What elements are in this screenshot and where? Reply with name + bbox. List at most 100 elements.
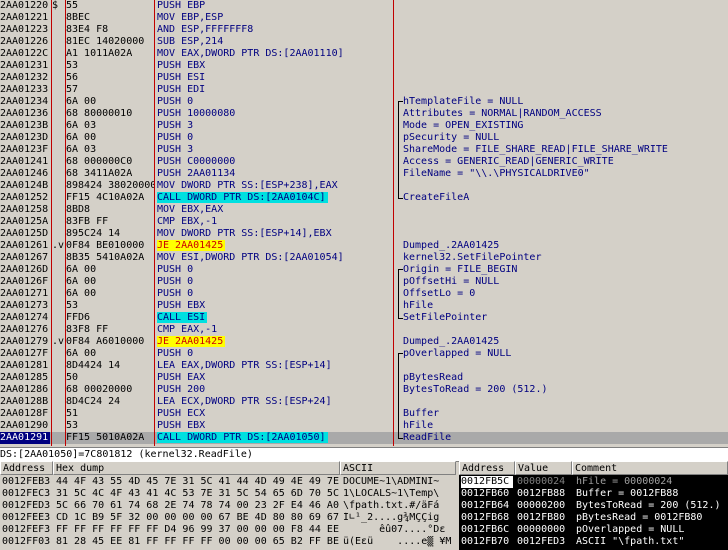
disasm-hex-bytes: 68 000000C0 <box>66 156 133 167</box>
disasm-row[interactable]: 2AA01233 57 PUSH EDI <box>0 84 728 96</box>
stack-address: 0012FB68 <box>461 512 510 523</box>
disasm-row[interactable]: 2AA01252 FF15 4C10A02A CALL DWORD PTR DS:[… <box>0 192 728 204</box>
disasm-instruction: MOV ESI,DWORD PTR DS:[2AA01054] <box>157 252 344 263</box>
dump-header-ascii[interactable]: ASCII <box>340 461 456 475</box>
disasm-row[interactable]: 2AA0124B 898424 38020000 MOV DWORD PTR SS:… <box>0 180 728 192</box>
disasm-row[interactable]: 2AA0126D 6A 00 PUSH 0 Origin = FILE_BEGIN <box>0 264 728 276</box>
disasm-row[interactable]: 2AA0128B 8D4C24 24 LEA ECX,DWORD PTR SS:[E… <box>0 396 728 408</box>
column-divider <box>51 0 52 446</box>
dump-row[interactable]: 0012FEB3 44 4F 43 55 4D 45 7E 31 5C 41 44… <box>0 476 456 488</box>
disassembly-pane[interactable]: 2AA01220 $55 PUSH EBP 2AA01221 8BEC MOV EBP,E… <box>0 0 728 446</box>
disasm-row[interactable]: 2AA0127F 6A 00 PUSH 0 pOverlapped = NULL <box>0 348 728 360</box>
disasm-row[interactable]: 2AA01223 83E4 F8 AND ESP,FFFFFFF8 <box>0 24 728 36</box>
disasm-hex-bytes: 81EC 14020000 <box>66 36 145 47</box>
disasm-comment: Buffer <box>403 408 440 419</box>
disasm-row[interactable]: 2AA0123F 6A 03 PUSH 3 ShareMode = FILE_SHAR… <box>0 144 728 156</box>
disasm-row[interactable]: 2AA01221 8BEC MOV EBP,ESP <box>0 12 728 24</box>
disasm-address: 2AA01258 <box>0 204 49 215</box>
stack-pane[interactable]: Address Value Comment 0012FB5C 00000024 hF… <box>459 461 728 550</box>
disasm-instruction: PUSH 0 <box>157 132 194 143</box>
disasm-hex-bytes: 6A 00 <box>66 264 97 275</box>
disasm-row[interactable]: 2AA01246 68 3411A02A PUSH 2AA01134 FileName… <box>0 168 728 180</box>
stack-header-value[interactable]: Value <box>515 461 572 475</box>
stack-row[interactable]: 0012FB68 0012FB80 pBytesRead = 0012FB80 <box>459 512 728 524</box>
disasm-row[interactable]: 2AA01261 .v 0F84 BE010000 JE 2AA01425 Dumped… <box>0 240 728 252</box>
disasm-row[interactable]: 2AA01273 53 PUSH EBX hFile <box>0 300 728 312</box>
dump-ascii: Í∟¹_2....g¾MÇÇig <box>343 512 440 523</box>
dump-row[interactable]: 0012FED3 5C 66 70 61 74 68 2E 74 78 74 00… <box>0 500 456 512</box>
disasm-hex-bytes: FFD6 <box>66 312 91 323</box>
disasm-row[interactable]: 2AA01267 8B35 5410A02A MOV ESI,DWORD PTR D… <box>0 252 728 264</box>
disasm-row[interactable]: 2AA01290 53 PUSH EBX hFile <box>0 420 728 432</box>
disasm-row[interactable]: 2AA01226 81EC 14020000 SUB ESP,214 <box>0 36 728 48</box>
disasm-comment <box>403 48 728 60</box>
disasm-comment <box>403 228 728 240</box>
disasm-row[interactable]: 2AA01232 56 PUSH ESI <box>0 72 728 84</box>
disasm-marker <box>52 60 66 72</box>
disasm-instruction: PUSH 10000080 <box>157 108 236 119</box>
dump-row[interactable]: 0012FEF3 FF FF FF FF FF FF D4 96 99 37 00… <box>0 524 456 536</box>
hex-dump-pane[interactable]: Address Hex dump ASCII 0012FEB3 44 4F 43 … <box>0 461 456 550</box>
disasm-comment <box>403 72 728 84</box>
disasm-row[interactable]: 2AA01276 83F8 FF CMP EAX,-1 <box>0 324 728 336</box>
stack-row[interactable]: 0012FB60 0012FB88 Buffer = 0012FB88 <box>459 488 728 500</box>
disasm-row[interactable]: 2AA01271 6A 00 PUSH 0 OffsetLo = 0 <box>0 288 728 300</box>
disasm-instruction: PUSH C0000000 <box>157 156 236 167</box>
disasm-hex-bytes: 83F8 FF <box>66 324 109 335</box>
disasm-row[interactable]: 2AA01236 68 80000010 PUSH 10000080 Attribut… <box>0 108 728 120</box>
stack-address: 0012FB70 <box>461 536 510 547</box>
disasm-row[interactable]: 2AA0125A 83FB FF CMP EBX,-1 <box>0 216 728 228</box>
disasm-instruction: PUSH ESI <box>157 72 206 83</box>
disasm-marker <box>52 96 66 108</box>
disasm-comment: ShareMode = FILE_SHARE_READ|FILE_SHARE_W… <box>403 144 668 155</box>
disasm-row[interactable]: 2AA01241 68 000000C0 PUSH C0000000 Access =… <box>0 156 728 168</box>
disasm-row[interactable]: 2AA0128F 51 PUSH ECX Buffer <box>0 408 728 420</box>
disasm-address: 2AA01261 <box>0 240 49 251</box>
stack-header-address[interactable]: Address <box>459 461 515 475</box>
disasm-comment <box>403 24 728 36</box>
disasm-row[interactable]: 2AA01220 $55 PUSH EBP <box>0 0 728 12</box>
disasm-hex-bytes: 6A 00 <box>66 96 97 107</box>
disasm-comment: Attributes = NORMAL|RANDOM_ACCESS <box>403 108 602 119</box>
disasm-row[interactable]: 2AA01286 68 00020000 PUSH 200 BytesToRead =… <box>0 384 728 396</box>
disasm-row[interactable]: 2AA01291 FF15 5010A02A CALL DWORD PTR DS:[… <box>0 432 728 444</box>
disasm-row[interactable]: 2AA01285 50 PUSH EAX pBytesRead <box>0 372 728 384</box>
dump-header-address[interactable]: Address <box>0 461 53 475</box>
dump-header-hex[interactable]: Hex dump <box>53 461 340 475</box>
dump-row[interactable]: 0012FF03 81 28 45 EE 81 FF FF FF FF 00 00… <box>0 536 456 548</box>
dump-address: 0012FED3 <box>2 500 51 511</box>
disasm-hex-bytes: 55 <box>66 0 79 11</box>
dump-row[interactable]: 0012FEE3 CD 1C B9 5F 32 00 00 00 00 67 BE… <box>0 512 456 524</box>
disasm-comment: kernel32.SetFilePointer <box>403 252 542 263</box>
disasm-row[interactable]: 2AA01234 6A 00 PUSH 0 hTemplateFile = NULL <box>0 96 728 108</box>
stack-row[interactable]: 0012FB6C 00000000 pOverlapped = NULL <box>459 524 728 536</box>
disasm-row[interactable]: 2AA01231 53 PUSH EBX <box>0 60 728 72</box>
disasm-row[interactable]: 2AA01281 8D4424 14 LEA EAX,DWORD PTR SS:[E… <box>0 360 728 372</box>
disasm-address: 2AA0123F <box>0 144 49 155</box>
disasm-comment: Dumped_.2AA01425 <box>403 336 500 347</box>
stack-value: 00000024 <box>517 476 566 487</box>
disasm-row[interactable]: 2AA01274 FFD6 CALL ESI SetFilePointer <box>0 312 728 324</box>
argument-bracket <box>398 269 403 319</box>
disasm-instruction: PUSH 0 <box>157 348 194 359</box>
disasm-marker: .v <box>52 240 65 251</box>
stack-row[interactable]: 0012FB5C 00000024 hFile = 00000024 <box>459 476 728 488</box>
disasm-row[interactable]: 2AA0122C A1 1011A02A MOV EAX,DWORD PTR DS:… <box>0 48 728 60</box>
stack-header-comment[interactable]: Comment <box>572 461 728 475</box>
disasm-comment <box>403 0 728 12</box>
disasm-hex-bytes: 83FB FF <box>66 216 109 227</box>
disasm-row[interactable]: 2AA0123D 6A 00 PUSH 0 pSecurity = NULL <box>0 132 728 144</box>
stack-row[interactable]: 0012FB64 00000200 BytesToRead = 200 (512.) <box>459 500 728 512</box>
disasm-address: 2AA01220 <box>0 0 49 11</box>
dump-ascii: ü(Eεü ....e▒ ¥M <box>343 536 452 547</box>
disasm-row[interactable]: 2AA0126F 6A 00 PUSH 0 pOffsetHi = NULL <box>0 276 728 288</box>
dump-row[interactable]: 0012FEC3 31 5C 4C 4F 43 41 4C 53 7E 31 5C… <box>0 488 456 500</box>
disasm-row[interactable]: 2AA01258 8BD8 MOV EBX,EAX <box>0 204 728 216</box>
disasm-row[interactable]: 2AA0123B 6A 03 PUSH 3 Mode = OPEN_EXISTING <box>0 120 728 132</box>
disasm-marker <box>52 408 66 420</box>
disasm-row[interactable]: 2AA01279 .v 0F84 A6010000 JE 2AA01425 Dumped… <box>0 336 728 348</box>
disasm-row[interactable]: 2AA0125D 895C24 14 MOV DWORD PTR SS:[ESP+1… <box>0 228 728 240</box>
disasm-address: 2AA01252 <box>0 192 49 203</box>
stack-row[interactable]: 0012FB70 0012FED3 ASCII "\fpath.txt" <box>459 536 728 548</box>
disasm-marker <box>52 132 66 144</box>
